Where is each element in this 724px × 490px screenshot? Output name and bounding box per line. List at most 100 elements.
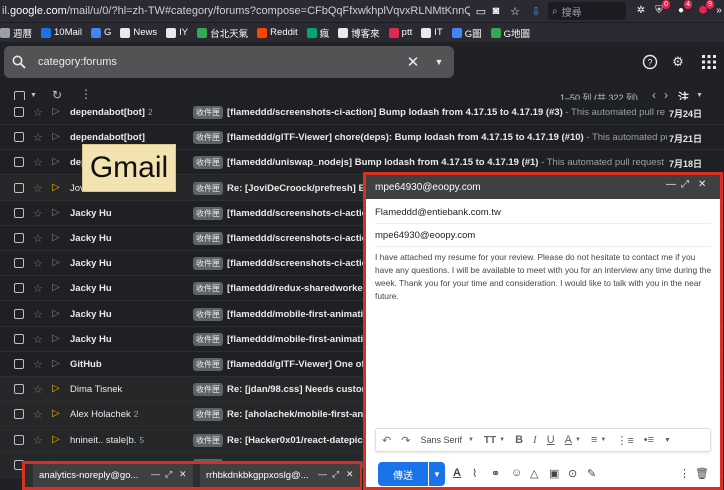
star-icon[interactable]: ☆ — [33, 207, 43, 220]
more-formatting-icon[interactable]: ▼ — [664, 437, 671, 444]
insert-emoji-icon[interactable]: ☺ — [511, 467, 522, 479]
send-options-icon[interactable]: ▼ — [429, 462, 445, 486]
importance-marker-icon[interactable]: ▷ — [52, 408, 60, 419]
bookmark-item[interactable]: 台北天氣 — [197, 26, 248, 40]
size-dropdown-icon[interactable]: ▼ — [499, 437, 505, 443]
fullscreen-icon[interactable]: ⤢ — [681, 179, 689, 190]
font-dropdown-icon[interactable]: ▼ — [468, 437, 474, 443]
star-icon[interactable]: ☆ — [33, 333, 43, 346]
bookmark-star-icon[interactable]: ☆ — [507, 3, 523, 19]
bookmark-item[interactable]: Reddit — [257, 27, 298, 38]
importance-marker-icon[interactable]: ▷ — [52, 358, 60, 369]
insert-photo-icon[interactable]: ▣ — [549, 467, 559, 480]
insert-link-icon[interactable]: ⚭ — [491, 467, 500, 480]
input-method-dropdown-icon[interactable]: ▼ — [696, 92, 703, 99]
star-icon[interactable]: ☆ — [33, 232, 43, 245]
signature-icon[interactable]: ✎ — [587, 467, 596, 480]
star-icon[interactable]: ☆ — [33, 131, 43, 144]
importance-marker-icon[interactable]: ▷ — [52, 106, 60, 117]
table-row[interactable]: ☆ ▷ dependabot[bot] 2 收件匣 [flameddd/screensho… — [0, 100, 724, 125]
close-icon[interactable]: ✕ — [179, 469, 187, 480]
select-dropdown-icon[interactable]: ▼ — [30, 92, 37, 99]
bookmark-item[interactable]: G圖 — [451, 26, 482, 40]
importance-marker-icon[interactable]: ▷ — [52, 131, 60, 142]
importance-marker-icon[interactable]: ▷ — [52, 207, 60, 218]
align-dropdown-icon[interactable]: ▼ — [600, 437, 606, 443]
minimize-icon[interactable]: — — [318, 469, 327, 479]
importance-marker-icon[interactable]: ▷ — [52, 232, 60, 243]
extension-bell-icon[interactable]: ● 4 — [674, 0, 692, 17]
extension-shield-icon[interactable]: ⛨ 0 — [652, 0, 670, 17]
send-button[interactable]: 傳送 — [378, 462, 428, 486]
url-field[interactable]: il.google.com/mail/u/0/?hl=zh-TW#categor… — [0, 5, 470, 17]
numbered-list-icon[interactable]: ⋮≡ — [616, 434, 633, 447]
search-input[interactable]: category:forums — [34, 56, 402, 68]
font-select[interactable]: Sans Serif — [420, 435, 462, 445]
row-checkbox[interactable] — [14, 333, 24, 344]
search-icon[interactable] — [4, 55, 34, 69]
row-checkbox[interactable] — [14, 409, 24, 420]
draft-tab[interactable]: rrhbkdnkbkgppxoslg@... — ⤢ ✕ — [200, 464, 360, 487]
minimize-icon[interactable]: — — [151, 469, 160, 479]
settings-gear-icon[interactable]: ⚙ — [669, 53, 687, 71]
extension-gear-icon[interactable]: ✲ — [634, 3, 648, 17]
bookmark-item[interactable]: G — [91, 27, 111, 38]
fullscreen-icon[interactable]: ⤢ — [165, 469, 172, 480]
importance-marker-icon[interactable]: ▷ — [52, 257, 60, 268]
fullscreen-icon[interactable]: ⤢ — [332, 469, 339, 480]
align-icon[interactable]: ≡ — [591, 434, 597, 446]
discard-draft-icon[interactable]: 🗑 — [695, 467, 709, 480]
underline-icon[interactable]: U — [547, 434, 555, 446]
bookmark-item[interactable]: News — [120, 27, 157, 38]
row-checkbox[interactable] — [14, 283, 24, 294]
draft-tab[interactable]: analytics-noreply@go... — ⤢ ✕ — [33, 464, 193, 487]
recipients-field[interactable]: mpe64930@eoopy.com — [375, 224, 711, 247]
download-icon[interactable]: ⇩ — [528, 3, 544, 19]
row-checkbox[interactable] — [14, 107, 24, 117]
row-checkbox[interactable] — [14, 157, 24, 168]
row-checkbox[interactable] — [14, 308, 24, 319]
star-icon[interactable]: ☆ — [33, 106, 43, 119]
help-icon[interactable]: ? — [641, 53, 659, 71]
row-checkbox[interactable] — [14, 434, 24, 445]
undo-icon[interactable]: ↶ — [382, 434, 391, 447]
row-checkbox[interactable] — [14, 359, 24, 369]
importance-marker-icon[interactable]: ▷ — [52, 182, 60, 193]
bookmark-item[interactable]: 瘋 — [306, 26, 329, 40]
importance-marker-icon[interactable]: ▷ — [52, 156, 60, 167]
text-size-icon[interactable]: TT — [484, 435, 496, 446]
italic-icon[interactable]: I — [533, 434, 537, 446]
text-color-icon[interactable]: A — [565, 434, 572, 446]
star-icon[interactable]: ☆ — [33, 257, 43, 270]
compose-header[interactable]: mpe64930@eoopy.com — ⤢ ✕ — [366, 175, 720, 199]
more-options-icon[interactable]: ⋮ — [679, 467, 690, 480]
menu-icon[interactable]: » — [712, 3, 724, 17]
confidential-mode-icon[interactable]: ⊙ — [568, 467, 577, 480]
star-icon[interactable]: ☆ — [33, 282, 43, 295]
redo-icon[interactable]: ↷ — [401, 434, 410, 447]
star-icon[interactable]: ☆ — [33, 156, 43, 169]
apps-grid-icon[interactable] — [700, 53, 718, 71]
bookmark-item[interactable]: G地圖 — [490, 26, 530, 40]
from-field[interactable]: Flameddd@entiebank.com.tw — [375, 201, 711, 224]
star-icon[interactable]: ☆ — [33, 383, 43, 396]
importance-marker-icon[interactable]: ▷ — [52, 333, 60, 344]
star-icon[interactable]: ☆ — [33, 434, 43, 447]
importance-marker-icon[interactable]: ▷ — [52, 383, 60, 394]
row-checkbox[interactable] — [14, 207, 24, 218]
row-checkbox[interactable] — [14, 233, 24, 243]
mail-search-box[interactable]: category:forums ✕ ▼ — [4, 46, 454, 78]
close-icon[interactable]: ✕ — [698, 179, 706, 190]
bookmark-item[interactable]: 10Mail — [41, 27, 82, 38]
bold-icon[interactable]: B — [515, 434, 523, 446]
bookmark-item[interactable]: ptt — [388, 27, 412, 38]
reader-view-icon[interactable]: ▭ — [473, 3, 489, 19]
minimize-icon[interactable]: — — [666, 179, 676, 190]
bookmark-item[interactable]: 博客來 — [338, 26, 380, 40]
insert-drive-icon[interactable]: △ — [530, 467, 538, 480]
row-checkbox[interactable] — [14, 384, 24, 395]
pocket-icon[interactable]: ◙ — [488, 3, 504, 19]
color-dropdown-icon[interactable]: ▼ — [575, 437, 581, 443]
attach-file-icon[interactable]: ⌇ — [472, 467, 477, 480]
message-body[interactable]: I have attached my resume for your revie… — [375, 251, 713, 303]
